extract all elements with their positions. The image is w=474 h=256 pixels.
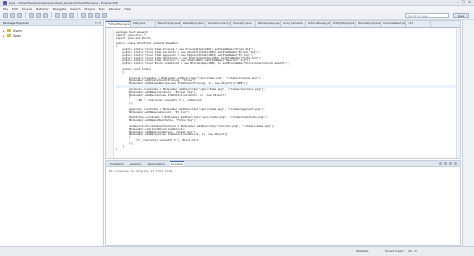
expand-arrow-icon[interactable]: ▸: [3, 34, 6, 38]
open-type-icon[interactable]: [81, 12, 86, 18]
external-tools-icon[interactable]: [43, 12, 48, 18]
clear-console-icon[interactable]: [439, 162, 442, 165]
new-class-icon[interactable]: [69, 12, 74, 18]
project-folder-icon: [7, 29, 11, 32]
outline-trim-stack[interactable]: [462, 20, 474, 246]
tab-declaration[interactable]: Declaration: [147, 162, 166, 166]
editor-tab[interactable]: ConsoleRead.java: [381, 21, 406, 27]
toolbar-separator: [25, 12, 26, 18]
project-folder-icon: [7, 34, 11, 37]
save-icon[interactable]: [10, 12, 15, 18]
menu-edit[interactable]: Edit: [12, 7, 18, 11]
status-writable: Writable: [356, 249, 369, 253]
tree-item-spiel[interactable]: ▸ Spiel: [3, 33, 100, 38]
editor-tab[interactable]: Test.java: [131, 21, 156, 27]
tab-console[interactable]: Console: [169, 161, 184, 166]
new-package-icon[interactable]: [62, 12, 67, 18]
console-output: No consoles to display at this time.: [109, 169, 175, 173]
editor-tab[interactable]: local_variable...: [281, 21, 306, 27]
menu-search[interactable]: Search: [70, 7, 80, 11]
window-controls: – □ ✕: [457, 0, 474, 5]
window-title: Java - OhneTitel/workspace/src/test_anwe…: [9, 0, 118, 5]
editor-scrollbar[interactable]: [456, 29, 460, 158]
editor-tab[interactable]: SceneFo.java: [231, 21, 256, 27]
console-panel: Problems Javadoc Declaration Console No …: [105, 160, 461, 246]
editor-tab[interactable]: *OhneTitel.java: [106, 21, 131, 27]
toolbar: Quick Access Java: [0, 11, 474, 20]
code-editor: *OhneTitel.java Test.java MainFrame.java Re…: [105, 20, 461, 159]
new-file-icon[interactable]: [3, 12, 8, 18]
editor-tab[interactable]: ActionManag.java: [306, 21, 331, 27]
close-button[interactable]: ✕: [468, 0, 471, 5]
open-console-icon[interactable]: [449, 162, 452, 165]
status-cursor-position: 20 : 9: [408, 249, 417, 253]
run-icon[interactable]: [36, 12, 41, 18]
editor-tab[interactable]: »17: [406, 21, 431, 27]
project-tree: ▸ Users ▸ Spiel: [0, 26, 103, 40]
editor-tab[interactable]: MainFrame.java: [156, 21, 181, 27]
search-icon[interactable]: [88, 12, 93, 18]
editor-tab-bar: *OhneTitel.java Test.java MainFrame.java Re…: [106, 21, 460, 28]
maximize-button[interactable]: □: [462, 0, 465, 5]
tab-problems[interactable]: Problems: [109, 162, 125, 166]
menu-file[interactable]: File: [3, 7, 8, 11]
source-code[interactable]: package test_anwend; import java.util.*; i…: [116, 31, 456, 150]
menu-window[interactable]: Window: [109, 7, 121, 11]
tree-item-label: Users: [13, 28, 22, 33]
debug-icon[interactable]: [29, 12, 34, 18]
toolbar-separator: [51, 12, 52, 18]
toolbar-separator: [77, 12, 78, 18]
editor-tab[interactable]: ResetProd.java: [181, 21, 206, 27]
menu-project[interactable]: Project: [85, 7, 95, 11]
menu-navigate[interactable]: Navigate: [53, 7, 66, 11]
status-insert-mode: Smart Insert: [385, 249, 404, 253]
editor-tab[interactable]: ParseQueue.java: [256, 21, 281, 27]
status-bar: Writable Smart Insert 20 : 9: [0, 246, 474, 256]
menu-source[interactable]: Source: [22, 7, 32, 11]
quick-access-input[interactable]: Quick Access: [405, 13, 449, 18]
panel-minimize-icon[interactable]: ▭ ✕: [95, 21, 103, 25]
tab-javadoc[interactable]: Javadoc: [129, 162, 143, 166]
java-perspective-button[interactable]: Java: [453, 13, 469, 18]
editor-tab[interactable]: GameConnect.java: [206, 21, 231, 27]
menu-run[interactable]: Run: [99, 7, 105, 11]
new-java-project-icon[interactable]: [55, 12, 60, 18]
minimize-button[interactable]: –: [457, 0, 459, 5]
eclipse-logo-icon: [3, 0, 7, 5]
package-explorer-panel: Package Explorer ▭ ✕ ▸ Users ▸ Spiel: [0, 20, 104, 246]
menu-refactor[interactable]: Refactor: [36, 7, 49, 11]
minimize-icon[interactable]: [454, 162, 457, 165]
editor-body[interactable]: package test_anwend; import java.util.*; i…: [106, 29, 460, 158]
menu-help[interactable]: Help: [124, 7, 131, 11]
pin-console-icon[interactable]: [444, 162, 447, 165]
tree-item-label: Spiel: [13, 33, 21, 38]
back-icon[interactable]: [95, 12, 100, 18]
expand-arrow-icon[interactable]: ▸: [3, 29, 6, 33]
editor-tab[interactable]: ModuleAnd.java: [356, 21, 381, 27]
print-icon[interactable]: [17, 12, 22, 18]
editor-tab[interactable]: EntityPack.java: [331, 21, 356, 27]
package-explorer-label: Package Explorer: [3, 20, 29, 25]
line-gutter: [106, 29, 114, 158]
forward-icon[interactable]: [102, 12, 107, 18]
code-line[interactable]: }: [116, 148, 456, 151]
console-toolbar: [439, 162, 460, 165]
